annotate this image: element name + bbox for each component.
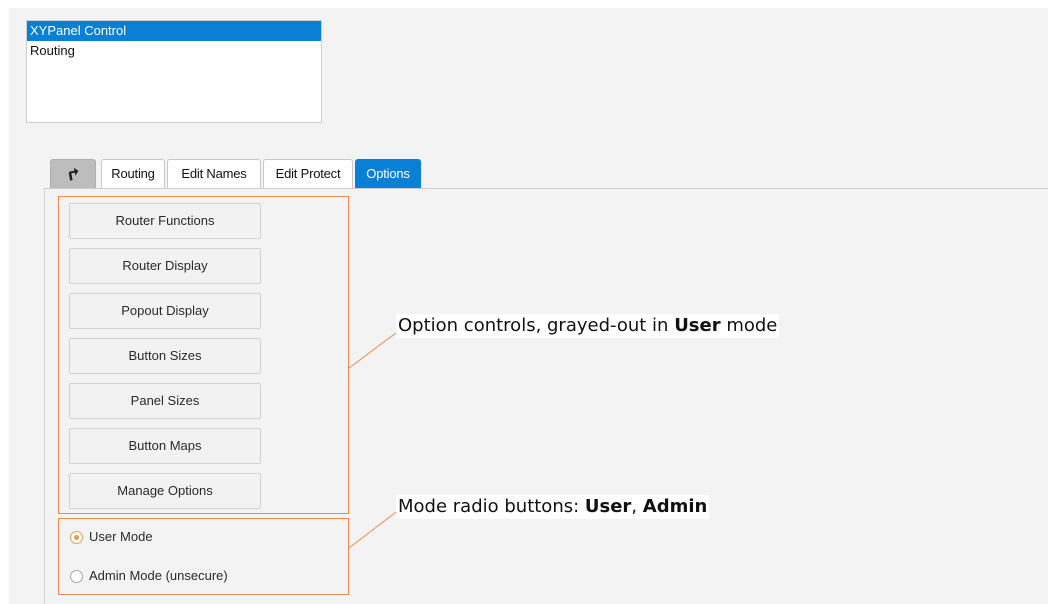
mode-callout-prefix: Mode radio buttons: — [398, 496, 585, 517]
options-leader-line — [348, 329, 401, 369]
mode-callout-user: User — [584, 496, 632, 517]
option-controls-callout: Option controls, grayed-out in User mode — [396, 314, 780, 338]
mode-callout-admin: Admin — [642, 496, 708, 517]
options-callout-suffix: mode — [720, 315, 778, 336]
mode-leader-line — [348, 508, 401, 549]
options-callout-bold: User — [674, 315, 721, 336]
mode-callout-sep: , — [631, 496, 643, 517]
options-callout-prefix: Option controls, grayed-out in — [398, 315, 675, 336]
mode-radios-callout: Mode radio buttons: User, Admin — [396, 495, 710, 519]
